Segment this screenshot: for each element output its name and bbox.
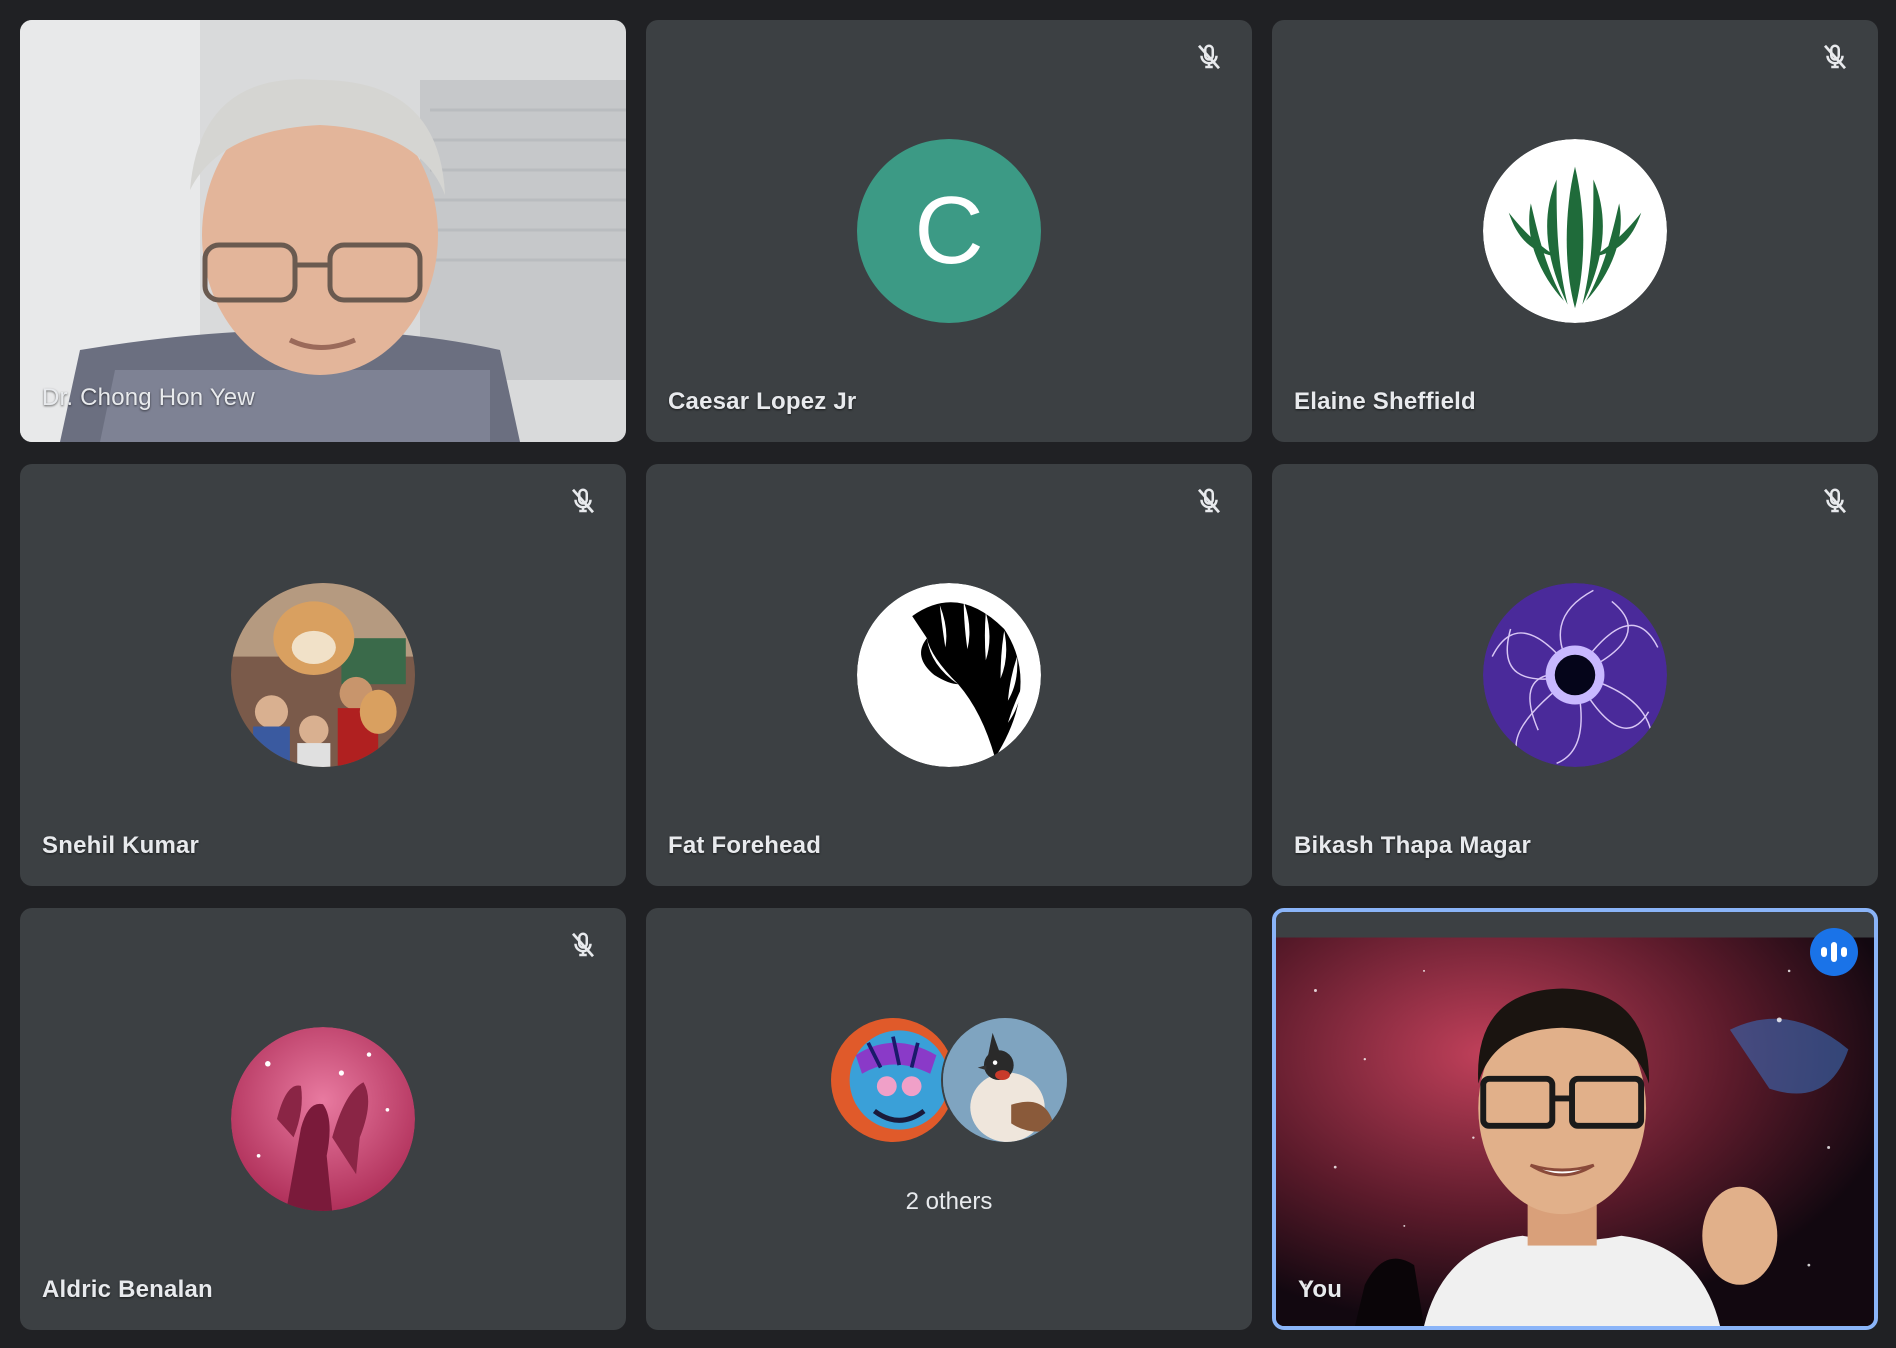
participant-tile-bikash-thapa-magar[interactable]: Bikash Thapa Magar	[1272, 464, 1878, 886]
speaking-indicator-icon	[1810, 928, 1858, 976]
participant-avatar-photo	[231, 583, 415, 767]
participant-name: You	[1298, 1276, 1343, 1303]
self-video	[1276, 912, 1874, 1326]
green-plant-logo-icon	[1483, 139, 1667, 323]
pink-nebula-pillars	[231, 1027, 415, 1211]
black-white-swirl-logo-icon	[857, 583, 1041, 767]
participant-name: Fat Forehead	[668, 832, 822, 859]
mic-off-icon	[1823, 488, 1847, 514]
participant-name: Elaine Sheffield	[1294, 388, 1476, 415]
participant-grid: Dr. Chong Hon Yew C Caesar Lopez Jr Elai…	[20, 20, 1878, 1330]
mic-off-icon	[1197, 488, 1221, 514]
participant-tile-chong-hon-yew[interactable]: Dr. Chong Hon Yew	[20, 20, 626, 442]
mic-off-icon	[571, 932, 595, 958]
participant-name: Bikash Thapa Magar	[1294, 832, 1532, 859]
participant-tile-snehil-kumar[interactable]: Snehil Kumar	[20, 464, 626, 886]
participant-tile-elaine-sheffield[interactable]: Elaine Sheffield	[1272, 20, 1878, 442]
others-count-label: 2 others	[905, 1188, 993, 1215]
mic-off-icon	[1823, 44, 1847, 70]
participant-video	[20, 20, 626, 442]
participant-name: Dr. Chong Hon Yew	[42, 384, 255, 411]
participant-name: Caesar Lopez Jr	[668, 388, 857, 415]
purple-eye-sparks-icon	[1483, 583, 1667, 767]
mic-off-icon	[571, 488, 595, 514]
participant-tile-others[interactable]: 2 others	[646, 908, 1252, 1330]
mic-off-icon	[1197, 44, 1221, 70]
participant-tile-caesar-lopez[interactable]: C Caesar Lopez Jr	[646, 20, 1252, 442]
bird-avatar	[941, 1016, 1069, 1144]
participant-tile-you[interactable]: You	[1272, 908, 1878, 1330]
participant-tile-aldric-benalan[interactable]: Aldric Benalan	[20, 908, 626, 1330]
colorful-graffiti-avatar	[829, 1016, 957, 1144]
participant-name: Snehil Kumar	[42, 832, 200, 859]
participant-name: Aldric Benalan	[42, 1276, 213, 1303]
participant-tile-fat-forehead[interactable]: Fat Forehead	[646, 464, 1252, 886]
participant-avatar: C	[857, 139, 1041, 323]
others-avatar-group	[829, 1016, 1069, 1144]
